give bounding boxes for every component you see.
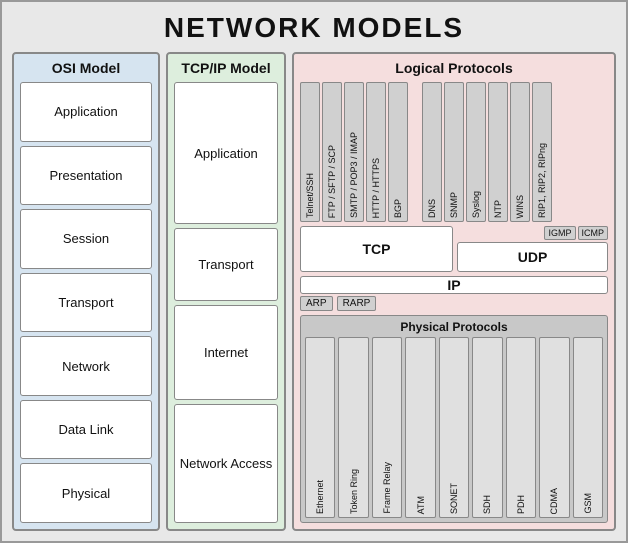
protocol-bar-telnet: Telnet/SSH xyxy=(300,82,320,222)
protocol-bar-rip: RIP1, RIP2, RIPng xyxy=(532,82,552,222)
protocol-bar-ftp: FTP / SFTP / SCP xyxy=(322,82,342,222)
udp-container: IGMP ICMP UDP xyxy=(457,226,608,272)
ip-section: IP ARP RARP xyxy=(300,276,608,311)
protocol-bar-smtp: SMTP / POP3 / IMAP xyxy=(344,82,364,222)
physical-bar-gsm: GSM xyxy=(573,337,603,518)
osi-layer-physical: Physical xyxy=(20,463,152,523)
protocol-bar-syslog: Syslog xyxy=(466,82,486,222)
physical-title: Physical Protocols xyxy=(305,320,603,334)
osi-layer-session: Session xyxy=(20,209,152,269)
arp-box: ARP xyxy=(300,296,333,311)
protocol-bar-wins: WINS xyxy=(510,82,530,222)
osi-layer-transport: Transport xyxy=(20,273,152,333)
physical-bars-row: Ethernet Token Ring Frame Relay ATM SONE… xyxy=(305,337,603,518)
protocol-bar-http: HTTP / HTTPS xyxy=(366,82,386,222)
logical-title: Logical Protocols xyxy=(300,60,608,76)
protocol-bar-bgp: BGP xyxy=(388,82,408,222)
physical-bar-ethernet: Ethernet xyxy=(305,337,335,518)
page-title: NETWORK MODELS xyxy=(164,12,464,44)
tcp-udp-container: TCP IGMP ICMP UDP xyxy=(300,226,608,272)
igmp-box: IGMP xyxy=(544,226,575,240)
physical-bar-sdh: SDH xyxy=(472,337,502,518)
physical-bar-pdh: PDH xyxy=(506,337,536,518)
tcpip-layer-application: Application xyxy=(174,82,278,224)
physical-bar-framerelay: Frame Relay xyxy=(372,337,402,518)
osi-layer-network: Network xyxy=(20,336,152,396)
osi-layer-presentation: Presentation xyxy=(20,146,152,206)
osi-column: OSI Model Application Presentation Sessi… xyxy=(12,52,160,531)
icmp-box: ICMP xyxy=(578,226,609,240)
app-protocol-bars: Telnet/SSH FTP / SFTP / SCP SMTP / POP3 … xyxy=(300,82,608,222)
logical-inner: Telnet/SSH FTP / SFTP / SCP SMTP / POP3 … xyxy=(300,82,608,523)
physical-bar-cdma: CDMA xyxy=(539,337,569,518)
tcp-box: TCP xyxy=(300,226,453,272)
ip-box: IP xyxy=(300,276,608,294)
protocol-bar-snmp: SNMP xyxy=(444,82,464,222)
diagram-container: OSI Model Application Presentation Sessi… xyxy=(12,52,616,531)
udp-box: UDP xyxy=(457,242,608,272)
osi-layer-application: Application xyxy=(20,82,152,142)
tcpip-layers: Application Transport Internet Network A… xyxy=(174,82,278,523)
tcpip-layer-network-access: Network Access xyxy=(174,404,278,523)
arp-rarp-row: ARP RARP xyxy=(300,296,608,311)
osi-title: OSI Model xyxy=(20,60,152,76)
tcpip-title: TCP/IP Model xyxy=(174,60,278,76)
osi-layers: Application Presentation Session Transpo… xyxy=(20,82,152,523)
protocol-gap xyxy=(410,82,420,222)
logical-column: Logical Protocols Telnet/SSH FTP / SFTP … xyxy=(292,52,616,531)
osi-layer-datalink: Data Link xyxy=(20,400,152,460)
igmp-icmp-row: IGMP ICMP xyxy=(457,226,608,240)
protocol-bar-dns: DNS xyxy=(422,82,442,222)
physical-bar-atm: ATM xyxy=(405,337,435,518)
physical-section: Physical Protocols Ethernet Token Ring F… xyxy=(300,315,608,523)
tcpip-column: TCP/IP Model Application Transport Inter… xyxy=(166,52,286,531)
tcpip-layer-internet: Internet xyxy=(174,305,278,401)
protocol-bar-ntp: NTP xyxy=(488,82,508,222)
physical-bar-tokenring: Token Ring xyxy=(338,337,368,518)
physical-bar-sonet: SONET xyxy=(439,337,469,518)
rarp-box: RARP xyxy=(337,296,377,311)
tcpip-layer-transport: Transport xyxy=(174,228,278,300)
